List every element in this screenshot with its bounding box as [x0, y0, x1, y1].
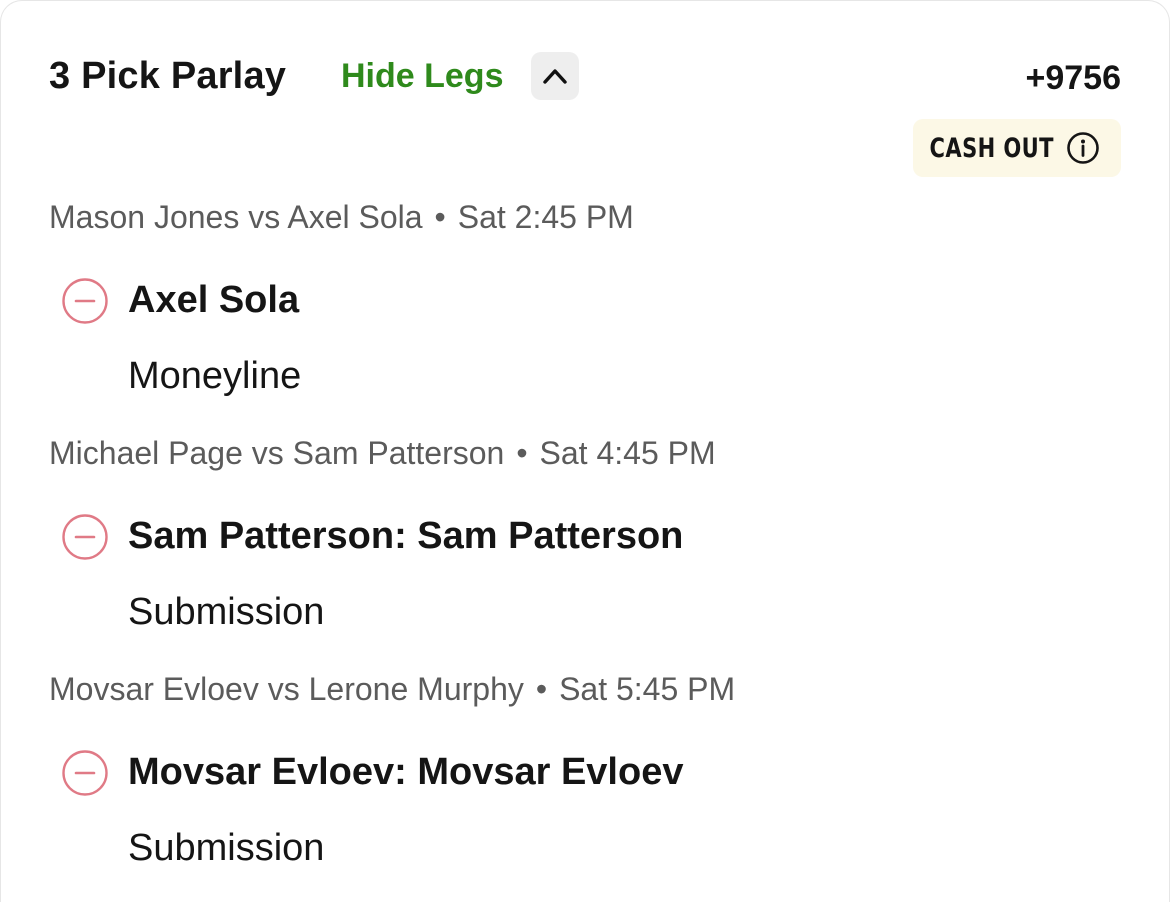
parlay-leg: Movsar Evloev vs Lerone Murphy • Sat 5:45 …	[49, 663, 1121, 899]
separator-dot: •	[516, 435, 528, 471]
cash-out-button[interactable]: CASH OUT	[913, 119, 1121, 177]
chevron-up-icon	[543, 69, 567, 84]
info-icon[interactable]	[1066, 131, 1100, 165]
leg-market: Moneyline	[128, 355, 302, 397]
separator-dot: •	[535, 671, 548, 707]
remove-leg-icon[interactable]	[61, 277, 109, 325]
parlay-header: 3 Pick Parlay Hide Legs +9756	[49, 49, 1121, 109]
leg-market: Submission	[128, 827, 325, 869]
leg-matchup: Michael Page vs Sam Patterson • Sat 4:45 P…	[49, 435, 716, 472]
leg-selection: Axel Sola	[128, 279, 300, 321]
leg-selection: Sam Patterson: Sam Patterson	[128, 515, 684, 557]
leg-matchup-teams: Mason Jones vs Axel Sola	[49, 199, 423, 235]
leg-matchup: Mason Jones vs Axel Sola • Sat 2:45 PM	[49, 199, 634, 236]
parlay-card: 3 Pick Parlay Hide Legs +9756 CASH OUT M…	[0, 0, 1170, 902]
parlay-legs: Mason Jones vs Axel Sola • Sat 2:45 PM Axe…	[49, 191, 1121, 899]
collapse-legs-button[interactable]	[531, 52, 579, 100]
parlay-odds: +9756	[1025, 59, 1122, 97]
cash-out-label: CASH OUT	[929, 132, 1055, 164]
remove-leg-icon[interactable]	[61, 749, 109, 797]
leg-matchup-time: Sat 4:45 PM	[539, 435, 716, 471]
parlay-leg: Mason Jones vs Axel Sola • Sat 2:45 PM Axe…	[49, 191, 1121, 427]
hide-legs-button[interactable]: Hide Legs	[341, 57, 503, 96]
remove-leg-icon[interactable]	[61, 513, 109, 561]
leg-market: Submission	[128, 591, 325, 633]
leg-matchup-teams: Movsar Evloev vs Lerone Murphy	[49, 671, 524, 707]
leg-matchup-teams: Michael Page vs Sam Patterson	[49, 435, 505, 471]
parlay-leg: Michael Page vs Sam Patterson • Sat 4:45 P…	[49, 427, 1121, 663]
separator-dot: •	[434, 199, 446, 235]
leg-matchup-time: Sat 2:45 PM	[457, 199, 634, 235]
leg-matchup-time: Sat 5:45 PM	[559, 671, 736, 707]
leg-selection: Movsar Evloev: Movsar Evloev	[128, 751, 684, 793]
parlay-title: 3 Pick Parlay	[49, 55, 287, 97]
leg-matchup: Movsar Evloev vs Lerone Murphy • Sat 5:45 …	[49, 671, 735, 708]
